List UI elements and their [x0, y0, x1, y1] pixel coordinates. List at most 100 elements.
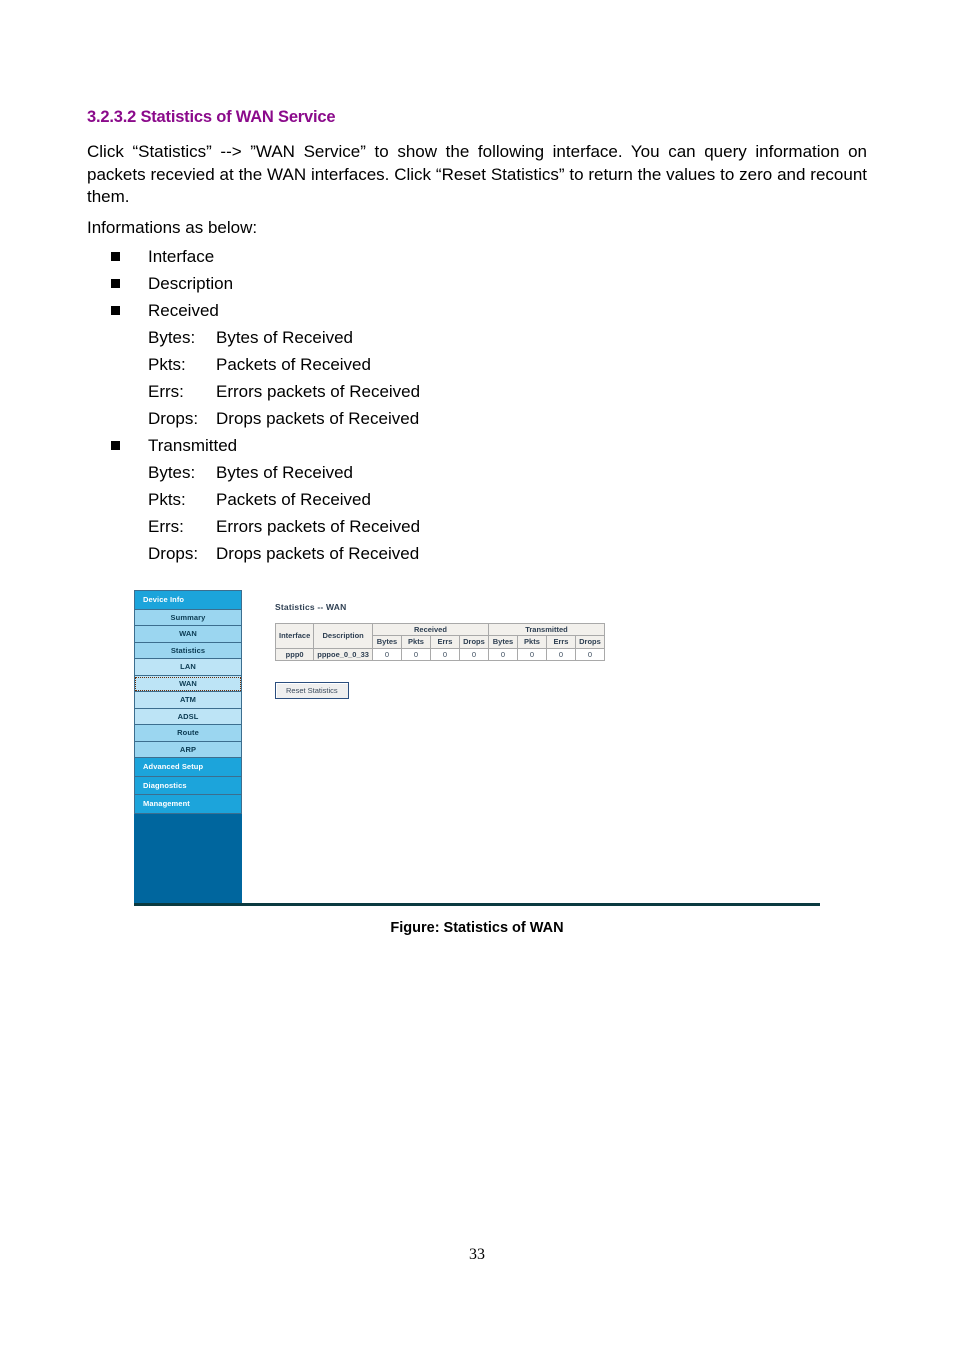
column-group-transmitted: Transmitted	[487, 622, 605, 637]
subitem-value: Bytes of Received	[216, 328, 354, 347]
cell-received-bytes: 0	[371, 647, 402, 662]
subitem-value: Drops packets of Received	[216, 544, 420, 563]
cell-interface: ppp0	[274, 647, 315, 662]
figure-statistics-wan: Device Info Summary WAN Statistics LAN W…	[134, 590, 820, 936]
panel-title: Statistics -- WAN	[275, 602, 347, 612]
table-row: ppp0 pppoe_0_0_33 0 0 0 0 0 0 0 0	[274, 647, 605, 662]
list-subitem: Pkts: Packets of Received	[87, 351, 867, 378]
sidebar-item-label: LAN	[180, 662, 196, 671]
reset-statistics-button[interactable]: Reset Statistics	[275, 682, 349, 699]
list-subitem: Bytes: Bytes of Received	[87, 324, 867, 351]
column-header-description: Description	[313, 623, 373, 649]
square-bullet-icon	[111, 306, 120, 315]
sidebar-item-label: Route	[177, 728, 199, 737]
sidebar-item-label: Diagnostics	[143, 780, 187, 790]
subitem-value: Packets of Received	[216, 490, 371, 509]
list-subitem: Drops: Drops packets of Received	[87, 405, 867, 432]
sidebar-item-advanced-setup[interactable]: Advanced Setup	[134, 758, 242, 777]
square-bullet-icon	[111, 252, 120, 261]
sidebar-item-statistics-lan[interactable]: LAN	[134, 659, 242, 676]
list-item-label: Transmitted	[148, 436, 238, 455]
sidebar-item-label: WAN	[179, 678, 197, 688]
router-main-panel: Statistics -- WAN Interface Description …	[242, 590, 820, 903]
square-bullet-icon	[111, 441, 120, 450]
column-header-transmitted-errs: Errs	[545, 635, 576, 649]
sidebar-item-label: Management	[143, 799, 190, 808]
list-item: Interface	[87, 243, 867, 270]
list-item-label: Received	[148, 301, 219, 320]
column-header-interface: Interface	[274, 623, 315, 649]
subitem-key: Errs:	[148, 382, 184, 401]
cell-received-pkts: 0	[400, 647, 431, 662]
list-item: Transmitted Bytes: Bytes of Received Pkt…	[87, 432, 867, 567]
list-item-label: Description	[148, 274, 234, 293]
sidebar-item-label: Summary	[170, 612, 206, 622]
router-sidebar: Device Info Summary WAN Statistics LAN W…	[134, 590, 242, 903]
list-subitem: Bytes: Bytes of Received	[87, 459, 867, 486]
sidebar-item-diagnostics[interactable]: Diagnostics	[134, 776, 242, 795]
column-header-received-drops: Drops	[458, 635, 489, 649]
document-content: 3.2.3.2 Statistics of WAN Service Click …	[87, 108, 867, 567]
info-list: Interface Description Received Bytes: By…	[87, 243, 867, 567]
list-subitem: Drops: Drops packets of Received	[87, 540, 867, 567]
column-header-transmitted-bytes: Bytes	[487, 635, 518, 649]
subitem-value: Packets of Received	[216, 355, 371, 374]
list-subitem: Pkts: Packets of Received	[87, 486, 867, 513]
cell-transmitted-errs: 0	[545, 647, 576, 662]
list-item: Description	[87, 270, 867, 297]
sidebar-item-route[interactable]: Route	[134, 725, 242, 742]
sidebar-item-summary[interactable]: Summary	[134, 609, 242, 626]
figure-caption: Figure: Statistics of WAN	[390, 920, 564, 936]
list-item-label: Interface	[148, 247, 215, 266]
square-bullet-icon	[111, 279, 120, 288]
figure-divider	[134, 903, 820, 906]
subitem-key: Pkts:	[148, 355, 186, 374]
subitem-value: Drops packets of Received	[216, 409, 420, 428]
cell-received-errs: 0	[429, 647, 460, 662]
cell-transmitted-bytes: 0	[487, 647, 518, 662]
sidebar-item-wan[interactable]: WAN	[134, 626, 242, 643]
router-ui-screenshot: Device Info Summary WAN Statistics LAN W…	[134, 590, 820, 903]
subitem-value: Bytes of Received	[216, 463, 354, 482]
sidebar-item-arp[interactable]: ARP	[134, 741, 242, 758]
sidebar-item-label: ADSL	[177, 711, 199, 721]
sidebar-item-label: Statistics	[170, 645, 206, 655]
sidebar-item-statistics-adsl[interactable]: ADSL	[134, 708, 242, 725]
intro-paragraph: Click “Statistics” --> ”WAN Service” to …	[87, 142, 867, 206]
sidebar-item-statistics-wan[interactable]: WAN	[134, 675, 242, 692]
column-header-received-errs: Errs	[429, 635, 460, 649]
list-item: Received Bytes: Bytes of Received Pkts: …	[87, 297, 867, 432]
document-page: 3.2.3.2 Statistics of WAN Service Click …	[0, 0, 954, 1350]
cell-transmitted-drops: 0	[574, 647, 605, 662]
sidebar-menu: Device Info Summary WAN Statistics LAN W…	[134, 590, 242, 814]
sidebar-item-label: WAN	[179, 629, 197, 638]
subitem-key: Drops:	[148, 544, 199, 563]
sidebar-item-statistics-atm[interactable]: ATM	[134, 692, 242, 709]
sidebar-item-label: ARP	[179, 744, 197, 754]
cell-received-drops: 0	[458, 647, 489, 662]
sidebar-item-statistics[interactable]: Statistics	[134, 642, 242, 659]
column-header-received-pkts: Pkts	[400, 635, 431, 649]
cell-description: pppoe_0_0_33	[313, 647, 373, 662]
list-subitem: Errs: Errors packets of Received	[87, 378, 867, 405]
subitem-value: Errors packets of Received	[216, 382, 421, 401]
sidebar-item-label: Device Info	[143, 595, 185, 604]
sidebar-item-device-info[interactable]: Device Info	[134, 590, 242, 610]
informations-label: Informations as below:	[87, 217, 258, 237]
column-header-transmitted-pkts: Pkts	[516, 635, 547, 649]
subitem-key: Errs:	[148, 517, 184, 536]
table-body: ppp0 pppoe_0_0_33 0 0 0 0 0 0 0 0	[274, 647, 605, 662]
sidebar-item-management[interactable]: Management	[134, 795, 242, 814]
cell-transmitted-pkts: 0	[516, 647, 547, 662]
list-subitem: Errs: Errors packets of Received	[87, 513, 867, 540]
table-group-header-row: Interface Description Received Transmitt…	[274, 622, 605, 649]
subitem-key: Pkts:	[148, 490, 186, 509]
wan-statistics-table: Interface Description Received Transmitt…	[274, 622, 605, 662]
subitem-value: Errors packets of Received	[216, 517, 421, 536]
page-title: 3.2.3.2 Statistics of WAN Service	[87, 108, 336, 126]
sidebar-item-label: ATM	[180, 695, 196, 704]
column-group-received: Received	[371, 622, 489, 637]
table-header: Interface Description Received Transmitt…	[274, 622, 605, 649]
sidebar-item-label: Advanced Setup	[143, 762, 204, 771]
page-number: 33	[469, 1246, 485, 1263]
